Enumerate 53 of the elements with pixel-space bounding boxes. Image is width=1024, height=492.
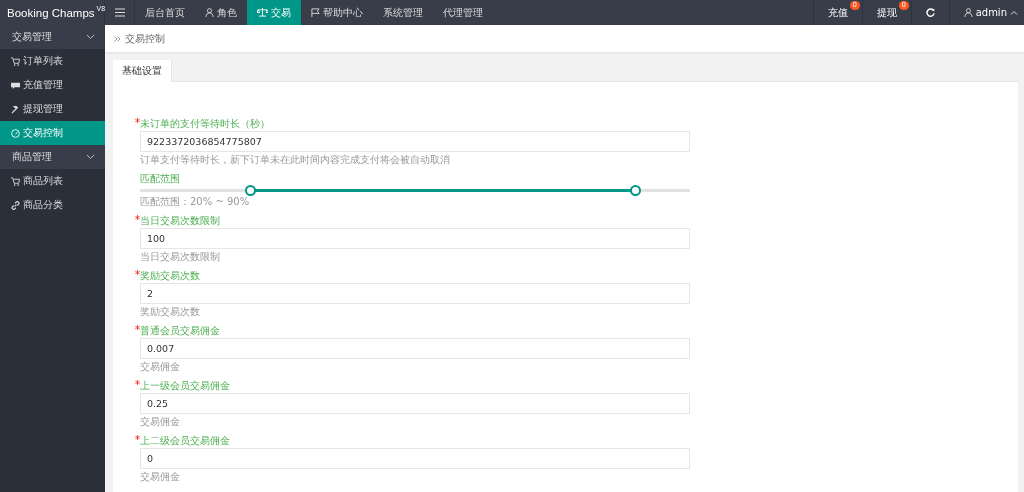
sidebar-group[interactable]: 商品管理 <box>0 145 105 169</box>
cart-icon <box>11 176 20 186</box>
chevron-icon <box>86 154 95 160</box>
input-field[interactable]: 0.007 <box>140 338 690 359</box>
input-field[interactable]: 2 <box>140 283 690 304</box>
chat-icon <box>11 80 20 90</box>
chevron-icon <box>86 34 95 40</box>
field-label: 匹配范围 <box>140 172 180 186</box>
nav-tab[interactable]: 帮助中心 <box>301 0 373 25</box>
tab[interactable]: 基础设置 <box>113 60 172 82</box>
field-hint: 交易佣金 <box>140 361 181 373</box>
field-hint: 奖励交易次数 <box>140 306 201 318</box>
field-hint: 交易佣金 <box>140 471 181 483</box>
field-hint: 当日交易次数限制 <box>140 251 221 263</box>
flag-icon <box>311 8 320 17</box>
hammer-icon <box>11 104 20 114</box>
field-hint: 匹配范围：20% ~ 90% <box>140 196 251 208</box>
sidebar-item[interactable]: 订单列表 <box>0 49 105 73</box>
field-label: 当日交易次数限制 <box>140 214 220 228</box>
field-label: 未订单的支付等待时长（秒） <box>140 117 270 131</box>
sidebar-group[interactable]: 交易管理 <box>0 25 105 49</box>
nav-tab[interactable]: 系统管理 <box>373 0 433 25</box>
app-logo: Booking Champs $^{V8}$ <box>7 4 106 21</box>
sidebar-item[interactable]: 交易控制 <box>0 121 105 145</box>
input-field[interactable]: 100 <box>140 228 690 249</box>
field-hint: 订单支付等待时长，新下订单未在此时间内容完成支付将会被自动取消 <box>140 154 451 166</box>
slider-handle[interactable] <box>244 185 256 196</box>
nav-tab[interactable]: 后台首页 <box>135 0 195 25</box>
field-label: 上一级会员交易佣金 <box>140 379 230 393</box>
person-icon <box>963 8 973 17</box>
field-label: 普通会员交易佣金 <box>140 324 220 338</box>
field-label: 上二级会员交易佣金 <box>140 434 230 448</box>
input-field[interactable]: 9223372036854775807 <box>140 131 690 152</box>
input-field[interactable]: 0 <box>140 448 690 469</box>
nav-tab[interactable]: 交易 <box>247 0 301 25</box>
field-hint: 交易佣金 <box>140 416 181 428</box>
cart-icon <box>11 56 20 66</box>
input-field[interactable]: 0.25 <box>140 393 690 414</box>
gauge-icon <box>11 128 20 138</box>
chevrons-icon <box>114 35 121 42</box>
sidebar-item[interactable]: 商品分类 <box>0 193 105 217</box>
nav-tab[interactable]: 角色 <box>195 0 247 25</box>
slider-handle[interactable] <box>629 185 641 196</box>
sidebar-item[interactable]: 充值管理 <box>0 73 105 97</box>
sidebar-item[interactable]: 商品列表 <box>0 169 105 193</box>
nav-tab[interactable]: 代理管理 <box>433 0 493 25</box>
breadcrumb: 交易控制 <box>125 31 165 46</box>
sidebar-item[interactable]: 提现管理 <box>0 97 105 121</box>
field-label: 奖励交易次数 <box>140 269 200 283</box>
caret-icon <box>1010 10 1018 15</box>
scale-icon <box>257 8 268 17</box>
link-icon <box>11 200 20 210</box>
person-icon <box>205 8 214 17</box>
